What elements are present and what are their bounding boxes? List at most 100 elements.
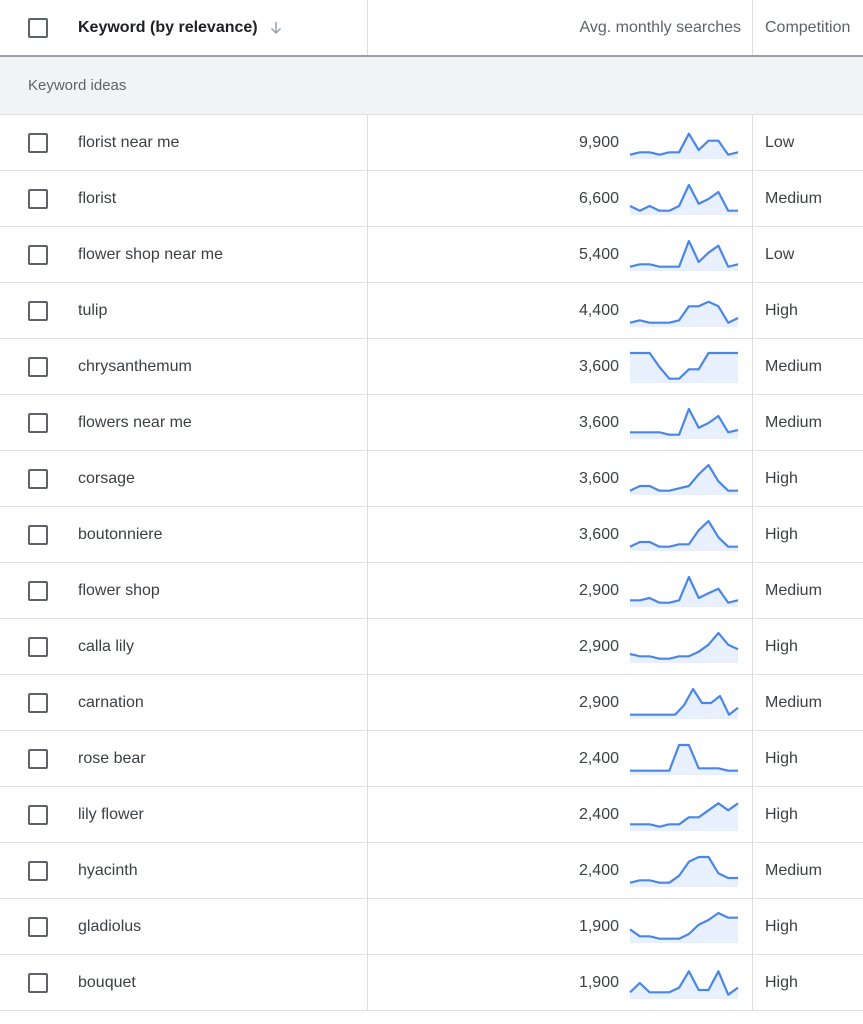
row-checkbox[interactable] xyxy=(28,524,48,545)
column-divider xyxy=(367,227,368,282)
row-checkbox[interactable] xyxy=(28,188,48,209)
trend-sparkline[interactable] xyxy=(628,685,742,721)
column-divider xyxy=(367,843,368,898)
column-divider xyxy=(367,339,368,394)
avg-monthly-searches: 9,900 xyxy=(578,133,619,151)
row-checkbox[interactable] xyxy=(28,300,48,321)
column-divider xyxy=(367,955,368,1010)
sparkline-area xyxy=(630,857,738,887)
trend-sparkline[interactable] xyxy=(628,517,742,553)
column-divider xyxy=(752,339,753,394)
table-row[interactable]: gladiolus 1,900 High xyxy=(0,899,863,955)
row-checkbox[interactable] xyxy=(28,356,48,377)
trend-sparkline[interactable] xyxy=(628,573,742,609)
table-row[interactable]: chrysanthemum 3,600 Medium xyxy=(0,339,863,395)
keyword-text: rose bear xyxy=(78,749,146,767)
column-divider xyxy=(752,619,753,674)
trend-sparkline[interactable] xyxy=(628,797,742,833)
section-header: Keyword ideas xyxy=(0,57,863,115)
avg-monthly-searches: 5,400 xyxy=(578,245,619,263)
row-checkbox[interactable] xyxy=(28,804,48,825)
avg-monthly-searches: 1,900 xyxy=(578,917,619,935)
column-divider xyxy=(367,619,368,674)
avg-monthly-searches: 3,600 xyxy=(578,525,619,543)
competition-level: High xyxy=(765,749,798,767)
table-row[interactable]: corsage 3,600 High xyxy=(0,451,863,507)
trend-sparkline[interactable] xyxy=(628,461,742,497)
column-divider xyxy=(752,563,753,618)
competition-level: High xyxy=(765,637,798,655)
select-all-checkbox[interactable] xyxy=(28,17,48,38)
searches-column-header[interactable]: Avg. monthly searches xyxy=(579,0,741,55)
table-row[interactable]: boutonniere 3,600 High xyxy=(0,507,863,563)
competition-level: Medium xyxy=(765,693,822,711)
row-checkbox[interactable] xyxy=(28,636,48,657)
table-row[interactable]: carnation 2,900 Medium xyxy=(0,675,863,731)
sparkline-area xyxy=(630,803,738,831)
table-row[interactable]: lily flower 2,400 High xyxy=(0,787,863,843)
competition-column-header[interactable]: Competition xyxy=(765,0,850,55)
trend-sparkline[interactable] xyxy=(628,909,742,945)
column-divider xyxy=(367,0,368,55)
column-divider xyxy=(752,451,753,506)
column-divider xyxy=(367,395,368,450)
competition-level: Medium xyxy=(765,357,822,375)
row-checkbox[interactable] xyxy=(28,468,48,489)
avg-monthly-searches: 2,400 xyxy=(578,861,619,879)
trend-sparkline[interactable] xyxy=(628,629,742,665)
avg-monthly-searches: 2,900 xyxy=(578,637,619,655)
table-row[interactable]: bouquet 1,900 High xyxy=(0,955,863,1011)
avg-monthly-searches: 2,400 xyxy=(578,805,619,823)
keyword-text: flowers near me xyxy=(78,413,192,431)
column-divider xyxy=(367,507,368,562)
trend-sparkline[interactable] xyxy=(628,405,742,441)
keyword-text: bouquet xyxy=(78,973,136,991)
keyword-column-header[interactable]: Keyword (by relevance) xyxy=(78,0,284,55)
row-checkbox[interactable] xyxy=(28,132,48,153)
table-row[interactable]: tulip 4,400 High xyxy=(0,283,863,339)
trend-sparkline[interactable] xyxy=(628,125,742,161)
row-checkbox[interactable] xyxy=(28,692,48,713)
trend-sparkline[interactable] xyxy=(628,293,742,329)
row-checkbox[interactable] xyxy=(28,860,48,881)
row-checkbox[interactable] xyxy=(28,972,48,993)
trend-sparkline[interactable] xyxy=(628,181,742,217)
keyword-table: Keyword (by relevance) Avg. monthly sear… xyxy=(0,0,863,1011)
row-checkbox[interactable] xyxy=(28,244,48,265)
table-row[interactable]: flowers near me 3,600 Medium xyxy=(0,395,863,451)
column-divider xyxy=(367,899,368,954)
keyword-column-label: Keyword (by relevance) xyxy=(78,18,258,36)
keyword-text: carnation xyxy=(78,693,144,711)
table-row[interactable]: rose bear 2,400 High xyxy=(0,731,863,787)
trend-sparkline[interactable] xyxy=(628,349,742,385)
trend-sparkline[interactable] xyxy=(628,853,742,889)
table-row[interactable]: florist 6,600 Medium xyxy=(0,171,863,227)
table-row[interactable]: calla lily 2,900 High xyxy=(0,619,863,675)
table-row[interactable]: flower shop 2,900 Medium xyxy=(0,563,863,619)
keyword-text: tulip xyxy=(78,301,108,319)
column-divider xyxy=(752,675,753,730)
table-row[interactable]: flower shop near me 5,400 Low xyxy=(0,227,863,283)
arrow-down-icon[interactable] xyxy=(268,20,284,36)
column-divider xyxy=(752,843,753,898)
sparkline-area xyxy=(630,913,738,943)
row-checkbox[interactable] xyxy=(28,580,48,601)
table-row[interactable]: hyacinth 2,400 Medium xyxy=(0,843,863,899)
column-divider xyxy=(367,563,368,618)
table-row[interactable]: florist near me 9,900 Low xyxy=(0,115,863,171)
competition-level: Medium xyxy=(765,413,822,431)
column-divider xyxy=(367,115,368,170)
column-divider xyxy=(367,731,368,786)
trend-sparkline[interactable] xyxy=(628,741,742,777)
competition-level: Low xyxy=(765,133,795,151)
row-checkbox[interactable] xyxy=(28,916,48,937)
sparkline-area xyxy=(630,521,738,551)
trend-sparkline[interactable] xyxy=(628,965,742,1001)
row-checkbox[interactable] xyxy=(28,412,48,433)
column-divider xyxy=(367,171,368,226)
avg-monthly-searches: 4,400 xyxy=(578,301,619,319)
row-checkbox[interactable] xyxy=(28,748,48,769)
keyword-text: hyacinth xyxy=(78,861,138,879)
trend-sparkline[interactable] xyxy=(628,237,742,273)
avg-monthly-searches: 1,900 xyxy=(578,973,619,991)
